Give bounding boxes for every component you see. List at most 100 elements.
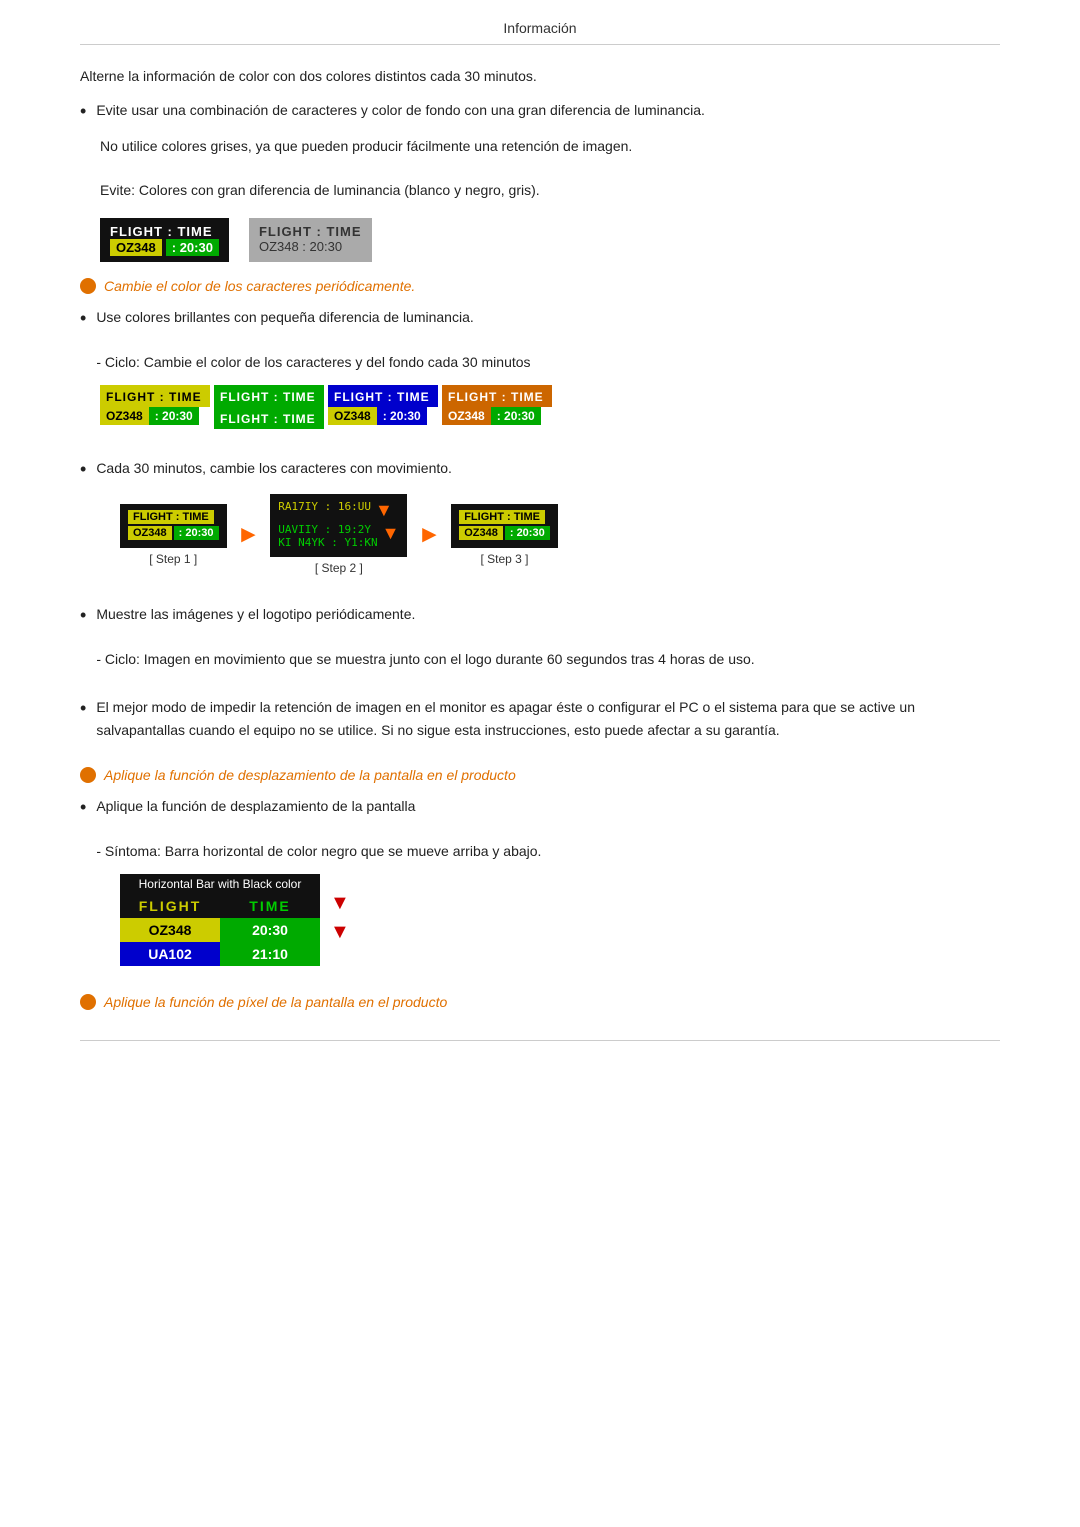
flight-box-gray: FLIGHT : TIME OZ348 : 20:30 [249, 218, 372, 262]
bullet-content-3: Cada 30 minutos, cambie los caracteres c… [96, 457, 1000, 479]
step-3-time: : 20:30 [505, 526, 550, 540]
cycle-box-1-label: FLIGHT : TIME [106, 390, 202, 404]
orange-italic-text-1: Cambie el color de los caracteres periód… [104, 278, 415, 294]
bullet-item-4: • Muestre las imágenes y el logotipo per… [80, 603, 1000, 670]
step-2-label-text: [ Step 2 ] [270, 561, 407, 575]
step-2-scrambled-2: UAVIIY : 19:2YKI N4YK : Y1:KN [278, 523, 377, 549]
hbar-box: Horizontal Bar with Black color FLIGHT T… [120, 874, 320, 966]
bullet-sub-2: - Ciclo: Cambie el color de los caracter… [96, 354, 530, 370]
cycle-box-2: FLIGHT : TIME FLIGHT : TIME [214, 385, 324, 429]
step-1: FLIGHT : TIME OZ348 : 20:30 [ Step 1 ] [120, 504, 227, 566]
cycle-box-1-code: OZ348 [100, 407, 149, 425]
hbar-container: Horizontal Bar with Black color FLIGHT T… [120, 874, 1000, 966]
steps-row: FLIGHT : TIME OZ348 : 20:30 [ Step 1 ] ►… [120, 494, 1000, 575]
cycle-box-2-row1: FLIGHT : TIME [214, 385, 324, 407]
orange-bullet-row-3: Aplique la función de píxel de la pantal… [80, 994, 1000, 1010]
step-3: FLIGHT : TIME OZ348 : 20:30 [ Step 3 ] [451, 504, 558, 566]
fb-row2-dark: OZ348 : 20:30 [110, 239, 219, 256]
hbar-arrow-down-2: ▼ [330, 921, 350, 944]
fb-cell-green: : 20:30 [166, 239, 219, 256]
orange-circle-icon-2 [80, 767, 96, 783]
cycle-box-4: FLIGHT : TIME OZ348 : 20:30 [442, 385, 552, 425]
cycle-box-3: FLIGHT : TIME OZ348 : 20:30 [328, 385, 438, 425]
step-arrow-1: ► [237, 521, 261, 549]
bullet-dot-1: • [80, 99, 86, 124]
hbar-2110: 21:10 [220, 942, 320, 966]
bullet-sub-4: - Ciclo: Imagen en movimiento que se mue… [96, 651, 754, 667]
orange-circle-icon-1 [80, 278, 96, 294]
bottom-border [80, 1040, 1000, 1041]
cycle-box-3-time: : 20:30 [377, 407, 427, 425]
cycle-box-3-label: FLIGHT : TIME [334, 390, 430, 404]
cycle-box-1-time: : 20:30 [149, 407, 199, 425]
cycle-box-2-label: FLIGHT : TIME [220, 390, 316, 404]
fb-gray-code: OZ348 : 20:30 [259, 239, 342, 254]
step-2-down-arrow-1: ▼ [375, 500, 393, 521]
fb-dark-label: FLIGHT : TIME [110, 224, 213, 239]
step-1-row2: OZ348 : 20:30 [128, 526, 219, 540]
step-1-row1: FLIGHT : TIME [128, 510, 219, 524]
bullet-text-5: El mejor modo de impedir la retención de… [96, 699, 915, 737]
step-2-box: RA17IY : 16:UU ▼ UAVIIY : 19:2YKI N4YK :… [270, 494, 407, 557]
fb-row1-dark: FLIGHT : TIME [110, 224, 219, 239]
step-2-scrambled-1: RA17IY : 16:UU [278, 500, 371, 521]
cycle-box-4-code: OZ348 [442, 407, 491, 425]
cycle-box-3-code: OZ348 [328, 407, 377, 425]
bullet-content-6: Aplique la función de desplazamiento de … [96, 795, 1000, 862]
bullet-sub-6: - Síntoma: Barra horizontal de color neg… [96, 843, 541, 859]
orange-bullet-row-2: Aplique la función de desplazamiento de … [80, 767, 1000, 783]
fb-row1-gray: FLIGHT : TIME [259, 224, 362, 239]
bullet-text-4: Muestre las imágenes y el logotipo perió… [96, 606, 415, 622]
bullet-content-2: Use colores brillantes con pequeña difer… [96, 306, 1000, 373]
step-1-code: OZ348 [128, 526, 172, 540]
cycle-box-4-row2: OZ348 : 20:30 [442, 407, 552, 425]
step-3-code: OZ348 [459, 526, 503, 540]
bullet-text-3: Cada 30 minutos, cambie los caracteres c… [96, 460, 452, 476]
hbar-row-3: UA102 21:10 [120, 942, 320, 966]
cycle-box-1-row2: OZ348 : 20:30 [100, 407, 210, 425]
bullet-text-6: Aplique la función de desplazamiento de … [96, 798, 415, 814]
hbar-flight-label: FLIGHT [120, 894, 220, 918]
hbar-row-1: FLIGHT TIME [120, 894, 320, 918]
bullet-text-2: Use colores brillantes con pequeña difer… [96, 309, 473, 325]
page-header: Información [80, 20, 1000, 45]
bullet-dot-4: • [80, 603, 86, 628]
bullet-content-1: Evite usar una combinación de caracteres… [96, 99, 1000, 121]
intro-text: Alterne la información de color con dos … [80, 65, 1000, 87]
hbar-arrow-down-1: ▼ [330, 892, 350, 915]
bullet-content-5: El mejor modo de impedir la retención de… [96, 696, 1000, 741]
cycle-box-3-row2: OZ348 : 20:30 [328, 407, 438, 425]
step-3-label: FLIGHT : TIME [459, 510, 545, 524]
cycle-box-3-row1: FLIGHT : TIME [328, 385, 438, 407]
step-2: RA17IY : 16:UU ▼ UAVIIY : 19:2YKI N4YK :… [270, 494, 407, 575]
step-1-box: FLIGHT : TIME OZ348 : 20:30 [120, 504, 227, 548]
bullet-dot-6: • [80, 795, 86, 820]
step-2-row1: RA17IY : 16:UU ▼ [278, 500, 399, 521]
cycle-box-2-row2: FLIGHT : TIME [214, 407, 324, 429]
fb-cell-yellow: OZ348 [110, 239, 162, 256]
step-2-down-arrow-2: ▼ [382, 523, 400, 549]
bullet-dot-5: • [80, 696, 86, 721]
bullet-text-1: Evite usar una combinación de caracteres… [96, 102, 705, 118]
flight-box-dark: FLIGHT : TIME OZ348 : 20:30 [100, 218, 229, 262]
cycle-box-4-label: FLIGHT : TIME [448, 390, 544, 404]
sub-line-2: Evite: Colores con gran diferencia de lu… [100, 179, 1000, 201]
bullet-content-4: Muestre las imágenes y el logotipo perió… [96, 603, 1000, 670]
bullet-dot-2: • [80, 306, 86, 331]
hbar-oz348: OZ348 [120, 918, 220, 942]
orange-bullet-row-1: Cambie el color de los caracteres periód… [80, 278, 1000, 294]
bullet-item-1: • Evite usar una combinación de caracter… [80, 99, 1000, 124]
flight-boxes-row: FLIGHT : TIME OZ348 : 20:30 FLIGHT : TIM… [100, 218, 1000, 262]
hbar-row-2: OZ348 20:30 [120, 918, 320, 942]
step-3-row1: FLIGHT : TIME [459, 510, 550, 524]
fb-gray-label: FLIGHT : TIME [259, 224, 362, 239]
hbar-header: Horizontal Bar with Black color [120, 874, 320, 894]
bullet-item-2: • Use colores brillantes con pequeña dif… [80, 306, 1000, 373]
cycle-boxes-row: FLIGHT : TIME OZ348 : 20:30 FLIGHT : TIM… [100, 385, 1000, 429]
fb-row2-gray: OZ348 : 20:30 [259, 239, 362, 254]
orange-circle-icon-3 [80, 994, 96, 1010]
sub-line-1: No utilice colores grises, ya que pueden… [100, 135, 1000, 157]
page-title: Información [503, 20, 576, 36]
step-3-label-text: [ Step 3 ] [451, 552, 558, 566]
orange-italic-text-3: Aplique la función de píxel de la pantal… [104, 994, 447, 1010]
